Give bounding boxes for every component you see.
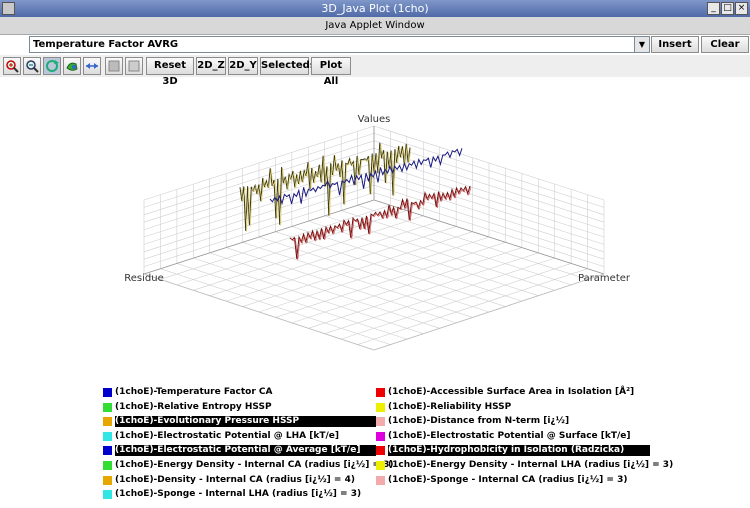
applet-window-label: Java Applet Window [0,17,750,35]
legend-swatch [103,431,112,441]
legend-label: (1choE)-Reliability HSSP [388,401,512,412]
legend-label: (1choE)-Energy Density - Internal CA (ra… [115,460,394,470]
legend-swatch [376,402,385,412]
pan-button[interactable] [63,57,81,75]
legend-item[interactable]: (1choE)-Relative Entropy HSSP [103,402,378,414]
axis-label-values: Values [358,114,391,125]
2d-y-button[interactable]: 2D_Y [228,57,258,75]
clear-button[interactable]: Clear [701,36,749,53]
legend-item[interactable]: (1choE)-Evolutionary Pressure HSSP [103,416,378,428]
reset-3d-button[interactable]: Reset 3D [146,57,194,87]
legend-swatch [103,388,112,397]
zoom-in-icon [6,60,19,73]
legend-swatch [376,388,385,397]
legend-label: (1choE)-Energy Density - Internal LHA (r… [388,460,674,470]
zoom-out-icon [26,60,39,73]
2d-z-button[interactable]: 2D_Z [196,57,226,75]
legend-swatch [376,475,385,485]
legend-item[interactable]: (1choE)-Energy Density - Internal CA (ra… [103,460,394,472]
legend-swatch [103,446,112,456]
maximize-button[interactable]: □ [721,2,734,15]
axis-label-residue: Residue [124,273,163,284]
toggle-button-1[interactable] [105,57,123,75]
rotate-button[interactable] [43,57,61,75]
plot-all-button[interactable]: Plot All [311,57,351,87]
legend-item[interactable]: (1choE)-Sponge - Internal CA (radius [i¿… [376,475,651,487]
legend-item[interactable]: (1choE)-Electrostatic Potential @ Surfac… [376,431,651,443]
legend-item[interactable]: (1choE)-Electrostatic Potential @ LHA [k… [103,431,378,443]
window-app-icon [2,2,15,15]
zoom-out-button[interactable] [23,57,41,75]
parameter-combo[interactable]: Temperature Factor AVRG ▼ [29,36,650,53]
axis-label-parameter: Parameter [578,273,631,284]
window-title: 3D_Java Plot (1cho) [321,2,429,15]
legend-swatch [376,461,385,470]
legend-item[interactable]: (1choE)-Density - Internal CA (radius [i… [103,475,378,487]
legend-item[interactable]: (1choE)-Sponge - Internal LHA (radius [i… [103,489,378,501]
legend-item[interactable]: (1choE)-Electrostatic Potential @ Averag… [103,445,378,457]
legend-label: (1choE)-Electrostatic Potential @ LHA [k… [115,430,339,441]
legend-label: (1choE)-Relative Entropy HSSP [115,401,272,412]
pan-icon [66,62,78,71]
legend-label: (1choE)-Evolutionary Pressure HSSP [115,416,376,428]
legend-item[interactable]: (1choE)-Energy Density - Internal LHA (r… [376,460,673,472]
legend-swatch [103,417,112,427]
legend-item[interactable]: (1choE)-Distance from N-term [i¿½] [376,416,651,428]
title-bar: 3D_Java Plot (1cho) _ □ × [0,0,750,17]
rotate-icon [46,60,59,72]
square-icon [108,60,120,72]
combo-selected-value: Temperature Factor AVRG [33,39,179,50]
legend-label: (1choE)-Density - Internal CA (radius [i… [115,474,355,485]
legend-swatch [103,475,112,485]
legend-item[interactable]: (1choE)-Hydrophobicity in Isolation (Rad… [376,445,651,457]
legend-swatch [376,446,385,456]
legend-label: (1choE)-Electrostatic Potential @ Surfac… [388,430,631,441]
fit-button[interactable] [83,57,101,75]
legend-item[interactable]: (1choE)-Accessible Surface Area in Isola… [376,387,651,399]
legend-label: (1choE)-Electrostatic Potential @ Averag… [115,445,376,457]
square-icon [128,60,140,72]
legend-swatch [103,461,112,470]
zoom-in-button[interactable] [3,57,21,75]
legend-swatch [103,402,112,412]
legend-label: (1choE)-Hydrophobicity in Isolation (Rad… [388,445,650,457]
legend-label: (1choE)-Sponge - Internal CA (radius [i¿… [388,474,628,485]
plot-canvas[interactable]: Values Residue Parameter [0,78,750,378]
legend-label: (1choE)-Distance from N-term [i¿½] [388,416,570,427]
legend-label: (1choE)-Temperature Factor CA [115,387,273,397]
toggle-button-2[interactable] [125,57,143,75]
legend-swatch [103,490,112,500]
legend-swatch [376,417,385,427]
fit-icon [86,63,98,69]
close-button[interactable]: × [735,2,748,15]
legend-item[interactable]: (1choE)-Temperature Factor CA [103,387,378,399]
minimize-button[interactable]: _ [707,2,720,15]
legend-swatch [376,431,385,441]
legend-label: (1choE)-Accessible Surface Area in Isola… [388,387,635,397]
legend-item[interactable]: (1choE)-Reliability HSSP [376,402,651,414]
selecteds-button[interactable]: Selecteds [260,57,316,75]
insert-button[interactable]: Insert [651,36,699,53]
legend-label: (1choE)-Sponge - Internal LHA (radius [i… [115,489,362,500]
chevron-down-icon[interactable]: ▼ [634,37,649,52]
